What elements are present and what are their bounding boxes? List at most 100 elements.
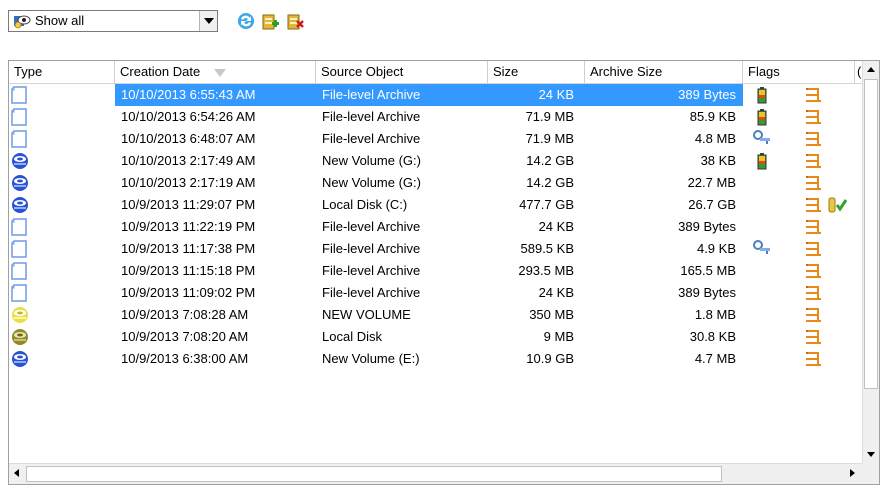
file-archive-icon xyxy=(11,240,29,258)
creation-date-cell: 10/9/2013 11:17:38 PM xyxy=(121,241,256,256)
size-cell: 24 KB xyxy=(538,285,574,300)
archive-size-cell: 389 Bytes xyxy=(678,87,736,102)
yellow-volume-icon xyxy=(11,306,29,324)
creation-date-cell: 10/9/2013 11:22:19 PM xyxy=(121,219,256,234)
creation-date-cell: 10/10/2013 6:54:26 AM xyxy=(121,109,256,124)
column-label: Source Object xyxy=(321,64,404,79)
arrow-down-icon xyxy=(867,452,875,457)
size-cell: 71.9 MB xyxy=(525,131,574,146)
archive-size-cell: 4.7 MB xyxy=(694,351,736,366)
table-row[interactable]: 10/9/2013 11:29:07 PM Local Disk (C:) 477.… xyxy=(9,194,863,216)
olive-volume-icon xyxy=(11,328,29,346)
scroll-down-button[interactable] xyxy=(864,446,879,463)
creation-date-cell: 10/10/2013 2:17:49 AM xyxy=(121,153,256,168)
verified-flag-icon xyxy=(827,196,848,214)
arrow-right-icon[interactable] xyxy=(850,469,855,477)
creation-date-cell: 10/10/2013 6:55:43 AM xyxy=(121,87,256,102)
checklist-flag-icon xyxy=(804,284,824,302)
table-row[interactable]: 10/10/2013 2:17:49 AM New Volume (G:) 14.2… xyxy=(9,150,863,172)
add-archive-icon[interactable] xyxy=(260,11,280,31)
archive-size-cell: 26.7 GB xyxy=(688,197,736,212)
source-object-cell: File-level Archive xyxy=(322,241,421,256)
size-cell: 24 KB xyxy=(538,219,574,234)
scroll-corner xyxy=(862,463,879,484)
table-row[interactable]: 10/9/2013 6:38:00 AM New Volume (E:) 10.9 … xyxy=(9,348,863,370)
archive-size-cell: 389 Bytes xyxy=(678,285,736,300)
checklist-flag-icon xyxy=(804,152,824,170)
file-archive-icon xyxy=(11,218,29,236)
filter-dropdown[interactable]: Show all xyxy=(8,10,218,32)
checklist-flag-icon xyxy=(804,86,824,104)
column-header: Type Creation Date Source Object Size Ar… xyxy=(9,61,863,84)
source-object-cell: Local Disk (C:) xyxy=(322,197,408,212)
table-row[interactable]: 10/9/2013 11:09:02 PM File-level Archive 2… xyxy=(9,282,863,304)
size-cell: 71.9 MB xyxy=(525,109,574,124)
file-archive-icon xyxy=(11,130,29,148)
sort-descending-icon xyxy=(214,68,227,77)
horizontal-scroll-thumb[interactable] xyxy=(26,466,722,482)
creation-date-cell: 10/9/2013 7:08:28 AM xyxy=(121,307,249,322)
source-object-cell: File-level Archive xyxy=(322,109,421,124)
toolbar: Show all xyxy=(8,10,878,36)
column-label: ( xyxy=(857,64,862,79)
source-object-cell: Local Disk xyxy=(322,329,382,344)
creation-date-cell: 10/9/2013 11:09:02 PM xyxy=(121,285,256,300)
filter-value: Show all xyxy=(35,13,85,28)
column-label: Type xyxy=(14,64,43,79)
vertical-scrollbar[interactable] xyxy=(862,61,879,463)
archive-size-cell: 4.8 MB xyxy=(694,131,736,146)
vertical-scroll-thumb[interactable] xyxy=(864,79,878,389)
chevron-down-icon xyxy=(204,18,214,24)
column-flags[interactable]: Flags xyxy=(743,61,855,83)
table-row[interactable]: 10/9/2013 7:08:28 AM NEW VOLUME 350 MB 1.8 … xyxy=(9,304,863,326)
table-row[interactable]: 10/10/2013 6:55:43 AM File-level Archive 2… xyxy=(9,84,863,106)
checklist-flag-icon xyxy=(804,262,824,280)
horizontal-scrollbar[interactable] xyxy=(9,463,863,484)
table-row[interactable]: 10/9/2013 11:22:19 PM File-level Archive 2… xyxy=(9,216,863,238)
column-label: Archive Size xyxy=(590,64,663,79)
table-row[interactable]: 10/10/2013 6:54:26 AM File-level Archive 7… xyxy=(9,106,863,128)
volume-archive-icon xyxy=(11,350,29,368)
size-cell: 24 KB xyxy=(538,87,574,102)
arrow-left-icon[interactable] xyxy=(14,469,19,477)
table-row[interactable]: 10/9/2013 11:17:38 PM File-level Archive 5… xyxy=(9,238,863,260)
battery-flag-icon xyxy=(752,151,772,171)
table-row[interactable]: 10/9/2013 11:15:18 PM File-level Archive 2… xyxy=(9,260,863,282)
column-label: Size xyxy=(493,64,519,79)
archive-list[interactable]: Type Creation Date Source Object Size Ar… xyxy=(8,60,880,485)
table-row[interactable]: 10/10/2013 6:48:07 AM File-level Archive 7… xyxy=(9,128,863,150)
table-row[interactable]: 10/9/2013 7:08:20 AM Local Disk 9 MB 30.8 K… xyxy=(9,326,863,348)
archive-size-cell: 30.8 KB xyxy=(689,329,736,344)
checklist-flag-icon xyxy=(804,350,824,368)
checklist-flag-icon xyxy=(804,174,824,192)
volume-archive-icon xyxy=(11,196,29,214)
file-archive-icon xyxy=(11,262,29,280)
archive-size-cell: 1.8 MB xyxy=(694,307,736,322)
column-source-object[interactable]: Source Object xyxy=(316,61,488,83)
dropdown-button[interactable] xyxy=(199,11,217,31)
arrow-up-icon xyxy=(867,67,875,72)
refresh-icon[interactable] xyxy=(236,11,256,31)
checklist-flag-icon xyxy=(804,240,824,258)
source-object-cell: File-level Archive xyxy=(322,219,421,234)
volume-archive-icon xyxy=(11,174,29,192)
delete-archive-icon[interactable] xyxy=(285,11,305,31)
scroll-up-button[interactable] xyxy=(864,61,879,78)
creation-date-cell: 10/9/2013 7:08:20 AM xyxy=(121,329,249,344)
column-archive-size[interactable]: Archive Size xyxy=(585,61,743,83)
size-cell: 14.2 GB xyxy=(526,175,574,190)
creation-date-cell: 10/10/2013 6:48:07 AM xyxy=(121,131,256,146)
column-creation-date[interactable]: Creation Date xyxy=(115,61,316,83)
battery-flag-icon xyxy=(752,107,772,127)
source-object-cell: New Volume (G:) xyxy=(322,153,421,168)
column-label: Flags xyxy=(748,64,780,79)
key-flag-icon xyxy=(752,239,772,259)
column-type[interactable]: Type xyxy=(9,61,115,83)
table-row[interactable]: 10/10/2013 2:17:19 AM New Volume (G:) 14.2… xyxy=(9,172,863,194)
column-size[interactable]: Size xyxy=(488,61,585,83)
creation-date-cell: 10/9/2013 6:38:00 AM xyxy=(121,351,249,366)
creation-date-cell: 10/9/2013 11:29:07 PM xyxy=(121,197,256,212)
source-object-cell: NEW VOLUME xyxy=(322,307,411,322)
size-cell: 350 MB xyxy=(529,307,574,322)
size-cell: 14.2 GB xyxy=(526,153,574,168)
